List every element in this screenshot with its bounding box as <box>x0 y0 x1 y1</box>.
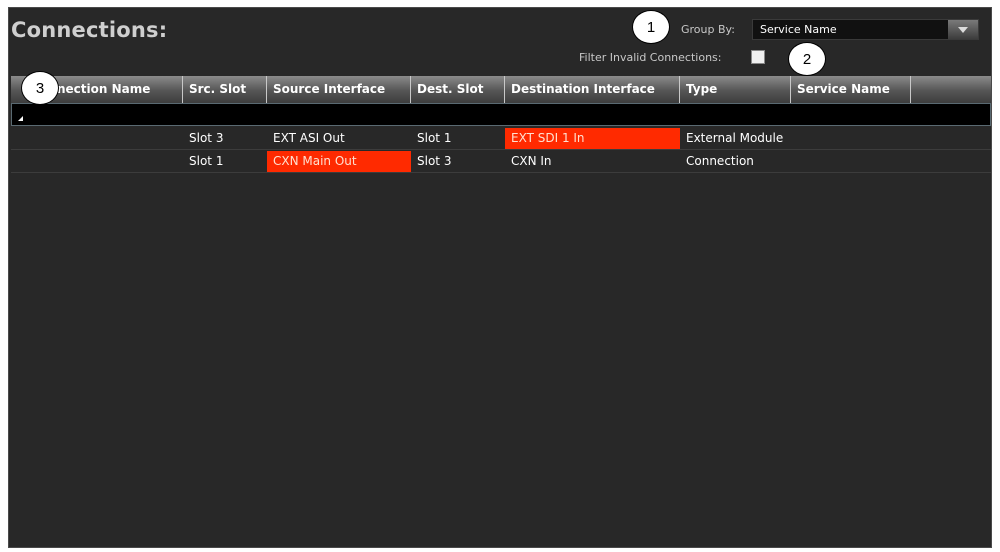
cell-service-name <box>791 128 911 149</box>
group-by-label: Group By: <box>681 23 735 36</box>
cell-service-name <box>791 151 911 172</box>
cell-source-interface: EXT ASI Out <box>273 131 345 145</box>
cell-destination-interface-invalid: EXT SDI 1 In <box>505 128 680 149</box>
table-row[interactable]: Slot 3 EXT ASI Out Slot 1 EXT SDI 1 In E… <box>11 128 991 150</box>
filter-invalid-label: Filter Invalid Connections: <box>579 51 722 64</box>
table-filter-row[interactable] <box>11 103 991 126</box>
connections-panel: Connections: Group By: Service Name Filt… <box>8 7 992 548</box>
column-header-destination-interface[interactable]: Destination Interface <box>505 76 680 103</box>
cell-dest-slot: Slot 3 <box>417 154 452 168</box>
panel-title: Connections: <box>11 18 168 42</box>
cell-connection-name <box>11 151 183 172</box>
triangle-icon <box>18 116 23 121</box>
filter-invalid-checkbox[interactable] <box>751 50 765 64</box>
cell-type: External Module <box>686 131 784 145</box>
column-header-src-slot[interactable]: Src. Slot <box>183 76 267 103</box>
cell-dest-slot: Slot 1 <box>417 131 452 145</box>
cell-src-slot: Slot 3 <box>189 131 224 145</box>
column-header-source-interface[interactable]: Source Interface <box>267 76 411 103</box>
group-by-dropdown[interactable]: Service Name <box>752 19 979 40</box>
column-header-service-name[interactable]: Service Name <box>791 76 911 103</box>
callout-1: 1 <box>632 10 670 44</box>
cell-connection-name <box>11 128 183 149</box>
chevron-down-icon[interactable] <box>948 20 978 39</box>
cell-src-slot: Slot 1 <box>189 154 224 168</box>
cell-destination-interface: CXN In <box>511 154 552 168</box>
table-row[interactable]: Slot 1 CXN Main Out Slot 3 CXN In Connec… <box>11 151 991 173</box>
callout-2: 2 <box>788 42 826 76</box>
column-header-dest-slot[interactable]: Dest. Slot <box>411 76 505 103</box>
table-header: nection Name Src. Slot Source Interface … <box>11 76 991 103</box>
cell-type: Connection <box>686 154 754 168</box>
group-by-value: Service Name <box>760 23 837 36</box>
callout-3: 3 <box>21 71 59 105</box>
column-header-type[interactable]: Type <box>680 76 791 103</box>
cell-source-interface-invalid: CXN Main Out <box>267 151 411 172</box>
